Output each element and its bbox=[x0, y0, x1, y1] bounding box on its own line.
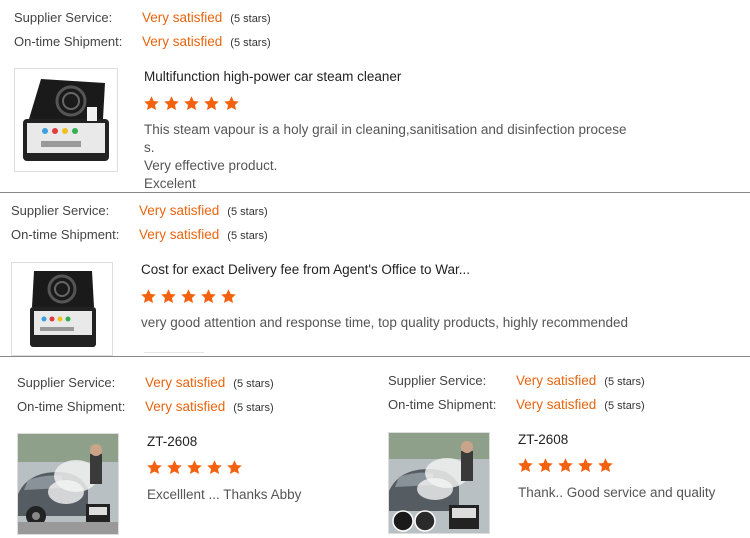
star-rating bbox=[517, 457, 614, 474]
star-icon bbox=[140, 288, 157, 305]
shipment-value: Very satisfied bbox=[142, 34, 223, 49]
review-text: This steam vapour is a holy grail in cle… bbox=[144, 121, 644, 193]
star-icon bbox=[180, 288, 197, 305]
shipment-label: On-time Shipment: bbox=[17, 399, 126, 414]
star-icon bbox=[220, 288, 237, 305]
supplier-service-stars: (5 stars) bbox=[604, 376, 645, 388]
star-rating bbox=[140, 288, 237, 305]
supplier-service-rating: Supplier Service: Very satisfied (5 stars) bbox=[11, 203, 268, 218]
supplier-service-rating: Supplier Service: Very satisfied (5 stars) bbox=[14, 10, 271, 25]
shipment-stars: (5 stars) bbox=[230, 37, 271, 49]
shipment-stars: (5 stars) bbox=[227, 230, 268, 242]
supplier-service-stars: (5 stars) bbox=[230, 13, 271, 25]
shipment-label: On-time Shipment: bbox=[14, 34, 123, 49]
star-icon bbox=[226, 459, 243, 476]
star-icon bbox=[577, 457, 594, 474]
steam-cleaner-case-image bbox=[23, 79, 109, 161]
shipment-value: Very satisfied bbox=[139, 227, 220, 242]
review-text: very good attention and response time, t… bbox=[141, 314, 701, 332]
star-icon bbox=[206, 459, 223, 476]
review-line: very good attention and response time, t… bbox=[141, 315, 629, 330]
separator bbox=[144, 352, 204, 353]
review-line: This steam vapour is a holy grail in cle… bbox=[144, 122, 627, 137]
review-text: Excelllent ... Thanks Abby bbox=[147, 486, 367, 504]
supplier-service-value: Very satisfied bbox=[145, 375, 226, 390]
supplier-service-value: Very satisfied bbox=[516, 373, 597, 388]
product-title[interactable]: Cost for exact Delivery fee from Agent's… bbox=[141, 262, 470, 277]
review-line: Excelllent ... Thanks Abby bbox=[147, 487, 302, 502]
star-icon bbox=[200, 288, 217, 305]
star-icon bbox=[557, 457, 574, 474]
product-image[interactable] bbox=[17, 433, 119, 535]
star-icon bbox=[160, 288, 177, 305]
divider bbox=[0, 356, 750, 357]
shipment-stars: (5 stars) bbox=[604, 400, 645, 412]
shipment-rating: On-time Shipment: Very satisfied (5 stars) bbox=[17, 399, 274, 414]
shipment-rating: On-time Shipment: Very satisfied (5 stars) bbox=[11, 227, 268, 242]
shipment-value: Very satisfied bbox=[516, 397, 597, 412]
review-line: Very effective product. bbox=[144, 158, 278, 173]
shipment-stars: (5 stars) bbox=[233, 402, 274, 414]
product-title[interactable]: ZT-2608 bbox=[518, 432, 568, 447]
supplier-service-value: Very satisfied bbox=[139, 203, 220, 218]
steam-cleaner-case-image bbox=[30, 271, 96, 347]
star-icon bbox=[183, 95, 200, 112]
star-icon bbox=[146, 459, 163, 476]
shipment-label: On-time Shipment: bbox=[388, 397, 497, 412]
supplier-service-stars: (5 stars) bbox=[233, 378, 274, 390]
star-icon bbox=[166, 459, 183, 476]
star-rating bbox=[146, 459, 243, 476]
review-line: Excelent bbox=[144, 176, 196, 191]
product-title[interactable]: ZT-2608 bbox=[147, 434, 197, 449]
car-steam-cleaning-photo bbox=[389, 433, 489, 533]
product-image[interactable] bbox=[388, 432, 490, 534]
star-icon bbox=[597, 457, 614, 474]
star-rating bbox=[143, 95, 240, 112]
star-icon bbox=[537, 457, 554, 474]
supplier-service-label: Supplier Service: bbox=[11, 203, 110, 218]
shipment-value: Very satisfied bbox=[145, 399, 226, 414]
star-icon bbox=[143, 95, 160, 112]
star-icon bbox=[163, 95, 180, 112]
star-icon bbox=[203, 95, 220, 112]
shipment-label: On-time Shipment: bbox=[11, 227, 120, 242]
star-icon bbox=[517, 457, 534, 474]
review-line: Thank.. Good service and quality bbox=[518, 485, 716, 500]
product-title[interactable]: Multifunction high-power car steam clean… bbox=[144, 69, 401, 84]
star-icon bbox=[186, 459, 203, 476]
supplier-service-label: Supplier Service: bbox=[388, 373, 487, 388]
review-text: Thank.. Good service and quality bbox=[518, 484, 743, 502]
supplier-service-value: Very satisfied bbox=[142, 10, 223, 25]
product-image[interactable] bbox=[11, 262, 113, 356]
divider bbox=[0, 192, 750, 193]
supplier-service-label: Supplier Service: bbox=[17, 375, 116, 390]
shipment-rating: On-time Shipment: Very satisfied (5 stars) bbox=[14, 34, 271, 49]
product-image[interactable] bbox=[14, 68, 118, 172]
star-icon bbox=[223, 95, 240, 112]
review-line: s. bbox=[144, 140, 155, 155]
supplier-service-rating: Supplier Service: Very satisfied (5 stars) bbox=[17, 375, 274, 390]
supplier-service-stars: (5 stars) bbox=[227, 206, 268, 218]
supplier-service-rating: Supplier Service: Very satisfied (5 stars) bbox=[388, 373, 645, 388]
car-steam-cleaning-photo bbox=[18, 434, 118, 534]
supplier-service-label: Supplier Service: bbox=[14, 10, 113, 25]
shipment-rating: On-time Shipment: Very satisfied (5 stars) bbox=[388, 397, 645, 412]
